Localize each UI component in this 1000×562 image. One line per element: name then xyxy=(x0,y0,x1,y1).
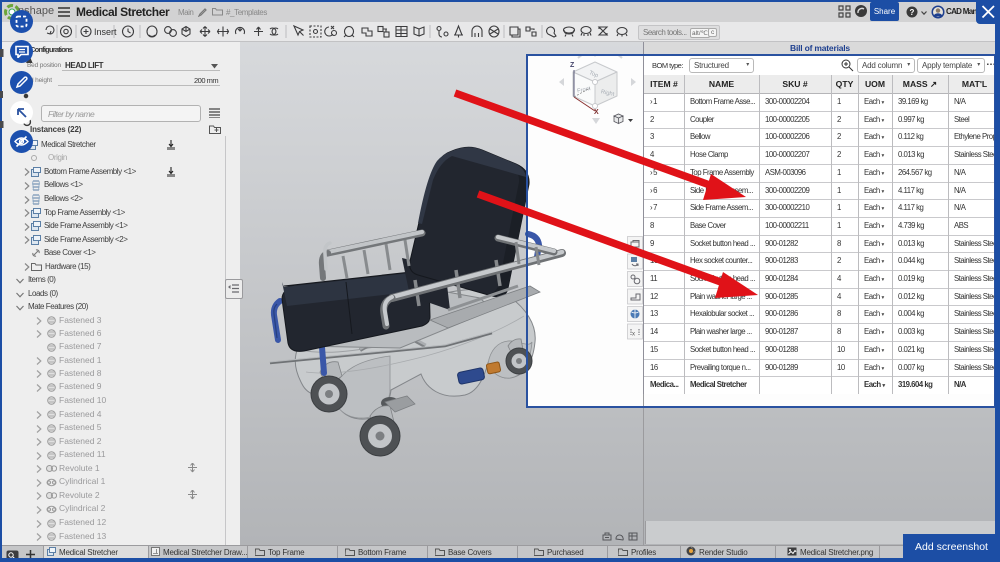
svg-text:?: ? xyxy=(910,8,915,17)
svg-text:Insert: Insert xyxy=(94,27,117,37)
